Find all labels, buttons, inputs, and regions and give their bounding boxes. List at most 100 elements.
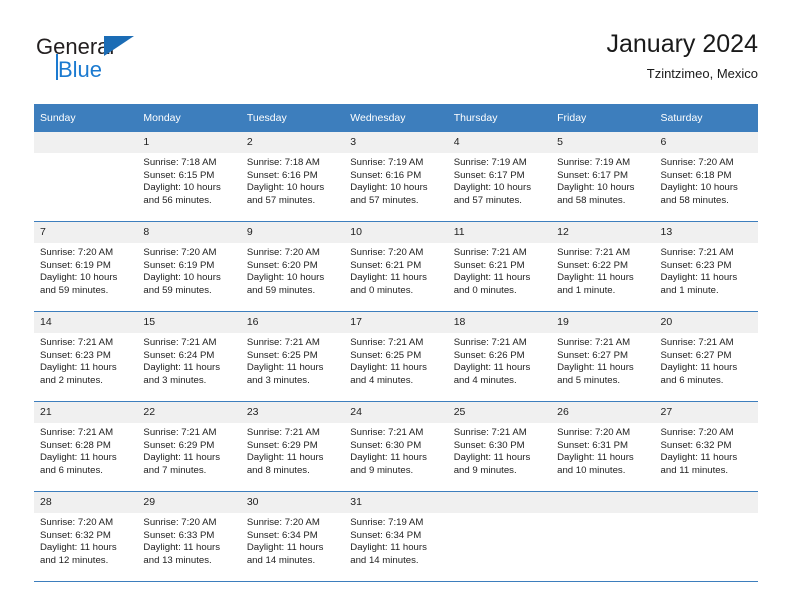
day-daylight-line2: and 57 minutes.	[246, 194, 316, 206]
day-number: 9	[240, 222, 345, 243]
day-number: 29	[137, 492, 241, 513]
calendar-day-cell[interactable]: 8 Sunrise: 7:20 AM Sunset: 6:19 PM Daylight…	[137, 221, 241, 312]
day-sunset: Sunset: 6:19 PM	[143, 259, 215, 271]
day-daylight-line1: Daylight: 11 hours	[453, 362, 531, 374]
day-details: Sunrise: 7:21 AM Sunset: 6:30 PM Daylight:…	[344, 423, 447, 477]
day-number: 19	[551, 312, 655, 333]
calendar-day-cell[interactable]: 27 Sunrise: 7:20 AM Sunset: 6:32 PM Dayligh…	[654, 401, 758, 492]
day-number: 12	[551, 222, 655, 243]
calendar-day-cell[interactable]: 16 Sunrise: 7:21 AM Sunset: 6:25 PM Dayligh…	[240, 311, 345, 402]
day-cell-inner: 27 Sunrise: 7:20 AM Sunset: 6:32 PM Dayligh…	[654, 402, 758, 491]
day-sunrise: Sunrise: 7:18 AM	[246, 157, 320, 168]
day-details: Sunrise: 7:20 AM Sunset: 6:33 PM Daylight:…	[137, 513, 240, 567]
day-sunset: Sunset: 6:23 PM	[40, 349, 111, 361]
calendar-day-cell[interactable]: 23 Sunrise: 7:21 AM Sunset: 6:29 PM Dayligh…	[240, 401, 345, 492]
calendar-day-cell[interactable]: 24 Sunrise: 7:21 AM Sunset: 6:30 PM Dayligh…	[344, 401, 448, 492]
calendar-day-cell[interactable]: 20 Sunrise: 7:21 AM Sunset: 6:27 PM Dayligh…	[654, 311, 758, 402]
day-daylight-line1: Daylight: 11 hours	[350, 542, 427, 554]
day-cell-inner: 25 Sunrise: 7:21 AM Sunset: 6:30 PM Dayligh…	[447, 402, 552, 491]
day-daylight-line1: Daylight: 10 hours	[453, 182, 532, 194]
day-cell-inner: 31 Sunrise: 7:19 AM Sunset: 6:34 PM Dayligh…	[344, 492, 448, 581]
calendar-day-cell[interactable]: 15 Sunrise: 7:21 AM Sunset: 6:24 PM Dayligh…	[137, 311, 241, 402]
triangle-flag-icon	[104, 36, 134, 56]
day-number: 8	[137, 222, 241, 243]
day-details: Sunrise: 7:18 AM Sunset: 6:15 PM Daylight:…	[137, 153, 240, 207]
day-sunset: Sunset: 6:17 PM	[557, 169, 629, 181]
calendar-day-cell[interactable]: 31 Sunrise: 7:19 AM Sunset: 6:34 PM Dayligh…	[344, 491, 448, 582]
day-daylight-line2: and 9 minutes.	[350, 464, 414, 476]
calendar-day-cell[interactable]: 5 Sunrise: 7:19 AM Sunset: 6:17 PM Daylight…	[551, 132, 655, 222]
day-number: 5	[551, 132, 655, 153]
calendar-day-cell[interactable]: 30 Sunrise: 7:20 AM Sunset: 6:34 PM Dayligh…	[240, 491, 345, 582]
day-daylight-line1: Daylight: 11 hours	[40, 452, 117, 464]
day-number: 18	[447, 312, 552, 333]
day-cell-inner: 10 Sunrise: 7:20 AM Sunset: 6:21 PM Dayligh…	[344, 222, 448, 311]
calendar-day-cell[interactable]: 26 Sunrise: 7:20 AM Sunset: 6:31 PM Dayligh…	[551, 401, 655, 492]
calendar-day-cell[interactable]: 19 Sunrise: 7:21 AM Sunset: 6:27 PM Dayligh…	[551, 311, 655, 402]
calendar-body: 1 Sunrise: 7:18 AM Sunset: 6:15 PM Daylight…	[34, 132, 758, 582]
calendar-day-cell[interactable]: 18 Sunrise: 7:21 AM Sunset: 6:26 PM Dayligh…	[447, 311, 552, 402]
calendar-day-cell[interactable]: 6 Sunrise: 7:20 AM Sunset: 6:18 PM Daylight…	[654, 132, 758, 222]
calendar-day-cell[interactable]: 25 Sunrise: 7:21 AM Sunset: 6:30 PM Dayligh…	[447, 401, 552, 492]
day-daylight-line2: and 0 minutes.	[453, 284, 517, 296]
day-daylight-line2: and 57 minutes.	[350, 194, 419, 206]
calendar-day-cell[interactable]: 10 Sunrise: 7:20 AM Sunset: 6:21 PM Dayligh…	[344, 221, 448, 312]
day-sunrise: Sunrise: 7:20 AM	[557, 427, 631, 438]
day-number: 27	[654, 402, 758, 423]
title-block: January 2024 Tzintzimeo, Mexico	[606, 28, 758, 84]
day-sunrise: Sunrise: 7:20 AM	[246, 247, 320, 258]
day-daylight-line1: Daylight: 11 hours	[660, 272, 738, 284]
calendar-day-cell[interactable]: 13 Sunrise: 7:21 AM Sunset: 6:23 PM Dayligh…	[654, 221, 758, 312]
day-sunrise: Sunrise: 7:20 AM	[350, 247, 424, 258]
day-cell-inner	[447, 492, 552, 581]
day-daylight-line2: and 13 minutes.	[143, 554, 212, 566]
day-number	[34, 132, 138, 153]
day-number	[654, 492, 758, 513]
weekday-header-thursday: Thursday	[447, 104, 552, 132]
day-sunset: Sunset: 6:21 PM	[350, 259, 422, 271]
day-number: 11	[447, 222, 552, 243]
day-daylight-line2: and 59 minutes.	[40, 284, 109, 296]
day-number: 25	[447, 402, 552, 423]
calendar-day-cell[interactable]: 21 Sunrise: 7:21 AM Sunset: 6:28 PM Dayligh…	[34, 401, 138, 492]
calendar-day-cell[interactable]: 9 Sunrise: 7:20 AM Sunset: 6:20 PM Daylight…	[240, 221, 345, 312]
calendar-day-cell[interactable]: 22 Sunrise: 7:21 AM Sunset: 6:29 PM Dayligh…	[137, 401, 241, 492]
day-daylight-line2: and 10 minutes.	[557, 464, 626, 476]
calendar-day-cell[interactable]: 1 Sunrise: 7:18 AM Sunset: 6:15 PM Daylight…	[137, 132, 241, 222]
day-number: 23	[240, 402, 345, 423]
day-details: Sunrise: 7:21 AM Sunset: 6:28 PM Daylight:…	[34, 423, 137, 477]
calendar-day-cell[interactable]: 12 Sunrise: 7:21 AM Sunset: 6:22 PM Dayligh…	[551, 221, 655, 312]
day-details: Sunrise: 7:19 AM Sunset: 6:34 PM Daylight:…	[344, 513, 447, 567]
calendar-day-cell[interactable]: 28 Sunrise: 7:20 AM Sunset: 6:32 PM Dayligh…	[34, 491, 138, 582]
calendar-day-cell[interactable]: 2 Sunrise: 7:18 AM Sunset: 6:16 PM Daylight…	[240, 132, 345, 222]
calendar-day-cell[interactable]: 14 Sunrise: 7:21 AM Sunset: 6:23 PM Dayligh…	[34, 311, 138, 402]
day-sunset: Sunset: 6:20 PM	[246, 259, 318, 271]
day-sunset: Sunset: 6:21 PM	[453, 259, 525, 271]
weekday-header: Sunday Monday Tuesday Wednesday Thursday Frid…	[34, 104, 758, 132]
day-cell-inner: 12 Sunrise: 7:21 AM Sunset: 6:22 PM Dayligh…	[551, 222, 655, 311]
calendar-week-row: 7 Sunrise: 7:20 AM Sunset: 6:19 PM Daylight…	[34, 221, 758, 312]
calendar-day-cell[interactable]: 29 Sunrise: 7:20 AM Sunset: 6:33 PM Dayligh…	[137, 491, 241, 582]
day-details: Sunrise: 7:20 AM Sunset: 6:31 PM Daylight:…	[551, 423, 654, 477]
calendar-day-cell[interactable]: 3 Sunrise: 7:19 AM Sunset: 6:16 PM Daylight…	[344, 132, 448, 222]
calendar-day-cell[interactable]: 7 Sunrise: 7:20 AM Sunset: 6:19 PM Daylight…	[34, 221, 138, 312]
calendar-day-cell[interactable]: 17 Sunrise: 7:21 AM Sunset: 6:25 PM Dayligh…	[344, 311, 448, 402]
day-daylight-line2: and 3 minutes.	[143, 374, 207, 386]
day-daylight-line2: and 4 minutes.	[350, 374, 414, 386]
day-daylight-line2: and 59 minutes.	[246, 284, 316, 296]
day-cell-inner: 28 Sunrise: 7:20 AM Sunset: 6:32 PM Dayligh…	[34, 492, 138, 581]
calendar-day-cell[interactable]: 11 Sunrise: 7:21 AM Sunset: 6:21 PM Dayligh…	[447, 221, 552, 312]
page-header: General Blue January 2024 Tzintzimeo, Me…	[34, 28, 758, 96]
calendar-day-cell[interactable]: 4 Sunrise: 7:19 AM Sunset: 6:17 PM Daylight…	[447, 132, 552, 222]
day-daylight-line1: Daylight: 10 hours	[660, 182, 738, 194]
day-sunset: Sunset: 6:24 PM	[143, 349, 215, 361]
day-number: 17	[344, 312, 448, 333]
day-daylight-line2: and 8 minutes.	[246, 464, 310, 476]
day-daylight-line2: and 5 minutes.	[557, 374, 621, 386]
brand-logo[interactable]: General Blue	[34, 34, 234, 90]
page-subtitle: Tzintzimeo, Mexico	[646, 66, 758, 81]
day-daylight-line1: Daylight: 11 hours	[350, 452, 427, 464]
day-daylight-line2: and 3 minutes.	[246, 374, 310, 386]
day-number: 28	[34, 492, 138, 513]
weekday-header-friday: Friday	[551, 104, 655, 132]
